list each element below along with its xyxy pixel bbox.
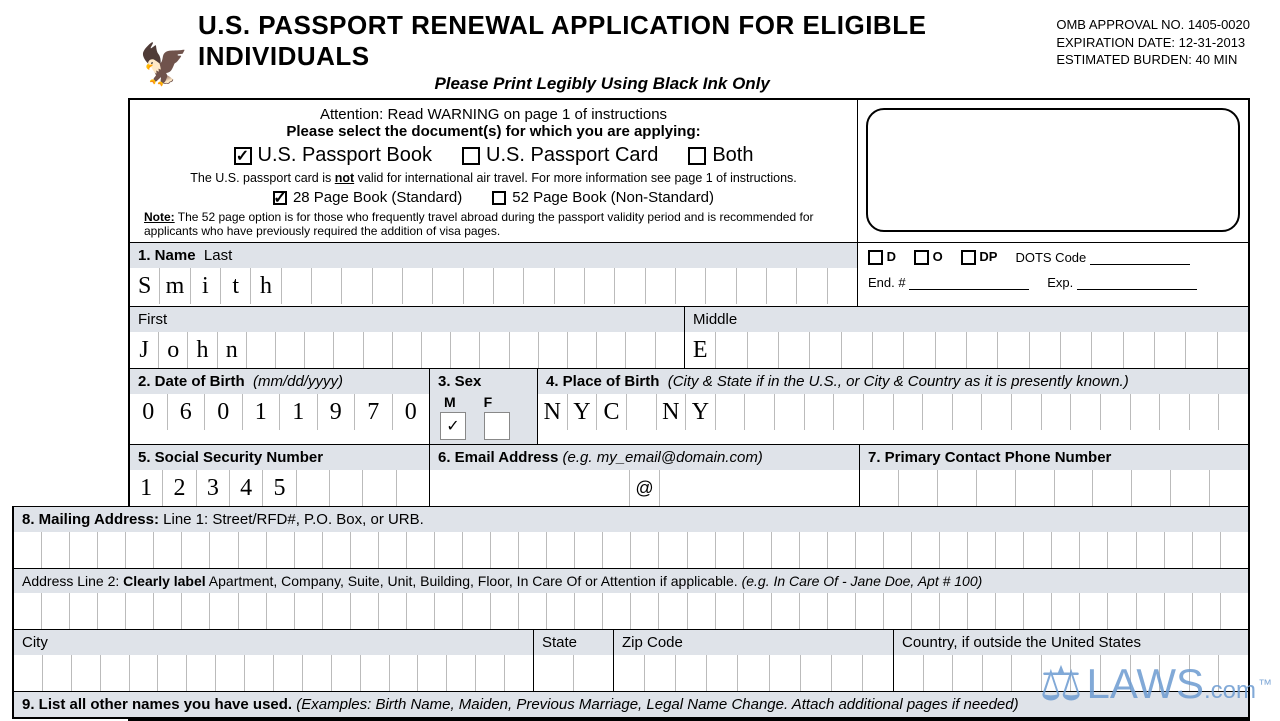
label-addr2: Address Line 2: Clearly label Apartment,…	[14, 568, 1248, 593]
label-dob: 2. Date of Birth (mm/dd/yyyy)	[130, 368, 429, 394]
label-city: City	[14, 629, 533, 655]
label-phone: 7. Primary Contact Phone Number	[860, 444, 1248, 470]
label-zip: Zip Code	[614, 629, 893, 655]
label-sex: 3. Sex	[430, 368, 537, 394]
input-email[interactable]: @	[430, 470, 859, 506]
label-first: First	[130, 306, 684, 332]
input-zip[interactable]	[614, 655, 893, 691]
label-other-names: 9. List all other names you have used. (…	[14, 691, 1248, 717]
us-seal-icon: 🦅	[128, 28, 200, 100]
label-ssn: 5. Social Security Number	[130, 444, 429, 470]
checkbox-both[interactable]: Both	[688, 144, 753, 167]
input-middle-name[interactable]: E	[685, 332, 1248, 368]
input-state[interactable]	[534, 655, 613, 691]
checkbox-sex-m[interactable]: ✓	[440, 412, 466, 440]
checkbox-sex-f[interactable]	[484, 412, 510, 440]
input-country[interactable]	[894, 655, 1248, 691]
input-first-name[interactable]: John	[130, 332, 684, 368]
input-city[interactable]	[14, 655, 533, 691]
card-note: The U.S. passport card is not valid for …	[140, 171, 847, 185]
input-mailing-line1[interactable]	[14, 532, 1248, 568]
checkbox-52-page[interactable]: 52 Page Book (Non-Standard)	[492, 189, 714, 206]
label-name-last: 1. Name Last	[130, 242, 857, 268]
photo-box	[866, 108, 1240, 232]
label-email: 6. Email Address (e.g. my_email@domain.c…	[430, 444, 859, 470]
attention-text: Attention: Read WARNING on page 1 of ins…	[140, 106, 847, 123]
form-title: U.S. PASSPORT RENEWAL APPLICATION FOR EL…	[198, 10, 1046, 72]
label-mailing: 8. Mailing Address: Line 1: Street/RFD#,…	[14, 506, 1248, 532]
label-country: Country, if outside the United States	[894, 629, 1248, 655]
input-pob[interactable]: NYCNY	[538, 394, 1248, 430]
input-ssn[interactable]: 12345	[130, 470, 429, 506]
checkbox-passport-book[interactable]: ✓U.S. Passport Book	[234, 144, 433, 167]
label-pob: 4. Place of Birth (City & State if in th…	[538, 368, 1248, 394]
checkbox-passport-card[interactable]: U.S. Passport Card	[462, 144, 658, 167]
label-middle: Middle	[685, 306, 1248, 332]
input-phone[interactable]	[860, 470, 1248, 506]
input-mailing-line2[interactable]	[14, 593, 1248, 629]
official-use-block: D O DP DOTS Code End. # Exp.	[858, 242, 1248, 306]
input-last-name[interactable]: Smith	[130, 268, 857, 304]
page-note: Note: The 52 page option is for those wh…	[140, 210, 847, 238]
checkbox-28-page[interactable]: ✓28 Page Book (Standard)	[273, 189, 462, 206]
select-prompt: Please select the document(s) for which …	[140, 123, 847, 140]
label-state: State	[534, 629, 613, 655]
omb-block: OMB APPROVAL NO. 1405-0020 EXPIRATION DA…	[1056, 10, 1250, 69]
form-subtitle: Please Print Legibly Using Black Ink Onl…	[158, 74, 1046, 94]
input-dob[interactable]: 06011970	[130, 394, 429, 430]
